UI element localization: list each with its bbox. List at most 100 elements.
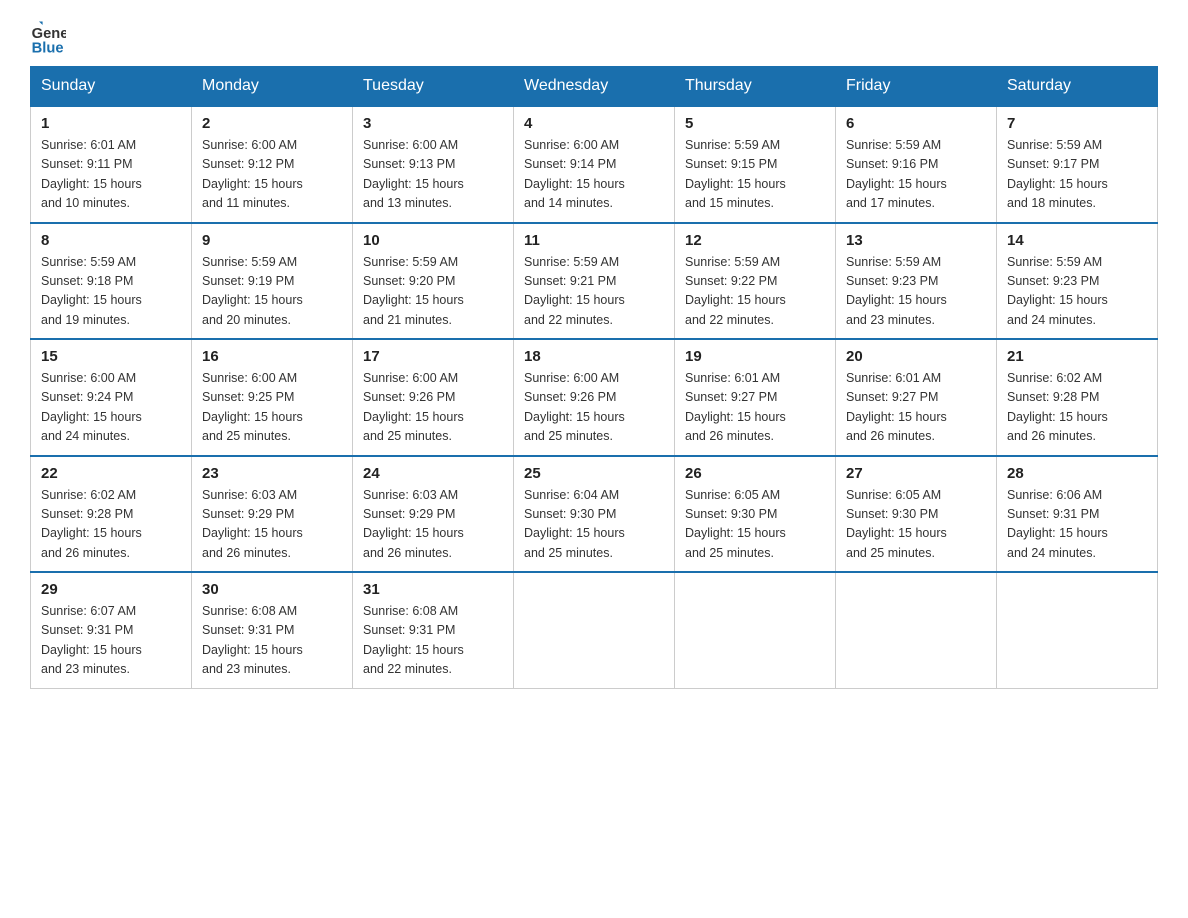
- calendar-cell: 7 Sunrise: 5:59 AM Sunset: 9:17 PM Dayli…: [997, 106, 1158, 223]
- calendar-cell: 21 Sunrise: 6:02 AM Sunset: 9:28 PM Dayl…: [997, 339, 1158, 456]
- calendar-cell: 31 Sunrise: 6:08 AM Sunset: 9:31 PM Dayl…: [353, 572, 514, 688]
- svg-text:Blue: Blue: [32, 41, 64, 56]
- calendar-header: SundayMondayTuesdayWednesdayThursdayFrid…: [31, 67, 1158, 107]
- day-number: 24: [363, 465, 503, 482]
- day-number: 14: [1007, 232, 1147, 249]
- day-info: Sunrise: 6:00 AM Sunset: 9:13 PM Dayligh…: [363, 136, 503, 214]
- day-info: Sunrise: 6:05 AM Sunset: 9:30 PM Dayligh…: [685, 486, 825, 564]
- day-number: 20: [846, 348, 986, 365]
- day-number: 2: [202, 115, 342, 132]
- day-number: 1: [41, 115, 181, 132]
- day-info: Sunrise: 6:00 AM Sunset: 9:12 PM Dayligh…: [202, 136, 342, 214]
- calendar-cell: 29 Sunrise: 6:07 AM Sunset: 9:31 PM Dayl…: [31, 572, 192, 688]
- calendar-cell: [514, 572, 675, 688]
- day-info: Sunrise: 6:00 AM Sunset: 9:14 PM Dayligh…: [524, 136, 664, 214]
- svg-text:General: General: [32, 26, 66, 42]
- week-row-2: 8 Sunrise: 5:59 AM Sunset: 9:18 PM Dayli…: [31, 223, 1158, 340]
- day-number: 13: [846, 232, 986, 249]
- day-number: 26: [685, 465, 825, 482]
- day-info: Sunrise: 6:00 AM Sunset: 9:26 PM Dayligh…: [524, 369, 664, 447]
- day-info: Sunrise: 5:59 AM Sunset: 9:18 PM Dayligh…: [41, 253, 181, 331]
- day-info: Sunrise: 5:59 AM Sunset: 9:16 PM Dayligh…: [846, 136, 986, 214]
- day-header-monday: Monday: [192, 67, 353, 107]
- day-number: 4: [524, 115, 664, 132]
- calendar-cell: 13 Sunrise: 5:59 AM Sunset: 9:23 PM Dayl…: [836, 223, 997, 340]
- day-info: Sunrise: 5:59 AM Sunset: 9:23 PM Dayligh…: [1007, 253, 1147, 331]
- calendar-cell: 24 Sunrise: 6:03 AM Sunset: 9:29 PM Dayl…: [353, 456, 514, 573]
- day-info: Sunrise: 6:00 AM Sunset: 9:25 PM Dayligh…: [202, 369, 342, 447]
- calendar-cell: [997, 572, 1158, 688]
- calendar-cell: 2 Sunrise: 6:00 AM Sunset: 9:12 PM Dayli…: [192, 106, 353, 223]
- calendar-cell: 30 Sunrise: 6:08 AM Sunset: 9:31 PM Dayl…: [192, 572, 353, 688]
- calendar-cell: 19 Sunrise: 6:01 AM Sunset: 9:27 PM Dayl…: [675, 339, 836, 456]
- calendar-cell: 27 Sunrise: 6:05 AM Sunset: 9:30 PM Dayl…: [836, 456, 997, 573]
- day-number: 18: [524, 348, 664, 365]
- day-header-tuesday: Tuesday: [353, 67, 514, 107]
- calendar-cell: [836, 572, 997, 688]
- day-info: Sunrise: 6:01 AM Sunset: 9:27 PM Dayligh…: [685, 369, 825, 447]
- week-row-3: 15 Sunrise: 6:00 AM Sunset: 9:24 PM Dayl…: [31, 339, 1158, 456]
- calendar-cell: 28 Sunrise: 6:06 AM Sunset: 9:31 PM Dayl…: [997, 456, 1158, 573]
- calendar-cell: 5 Sunrise: 5:59 AM Sunset: 9:15 PM Dayli…: [675, 106, 836, 223]
- calendar-cell: 9 Sunrise: 5:59 AM Sunset: 9:19 PM Dayli…: [192, 223, 353, 340]
- day-number: 16: [202, 348, 342, 365]
- day-header-sunday: Sunday: [31, 67, 192, 107]
- calendar-cell: 10 Sunrise: 5:59 AM Sunset: 9:20 PM Dayl…: [353, 223, 514, 340]
- day-info: Sunrise: 6:06 AM Sunset: 9:31 PM Dayligh…: [1007, 486, 1147, 564]
- day-header-saturday: Saturday: [997, 67, 1158, 107]
- calendar-cell: 12 Sunrise: 5:59 AM Sunset: 9:22 PM Dayl…: [675, 223, 836, 340]
- calendar-cell: 8 Sunrise: 5:59 AM Sunset: 9:18 PM Dayli…: [31, 223, 192, 340]
- day-info: Sunrise: 6:08 AM Sunset: 9:31 PM Dayligh…: [202, 602, 342, 680]
- day-number: 30: [202, 581, 342, 598]
- day-header-thursday: Thursday: [675, 67, 836, 107]
- day-number: 19: [685, 348, 825, 365]
- day-info: Sunrise: 6:00 AM Sunset: 9:24 PM Dayligh…: [41, 369, 181, 447]
- calendar-cell: 3 Sunrise: 6:00 AM Sunset: 9:13 PM Dayli…: [353, 106, 514, 223]
- day-number: 23: [202, 465, 342, 482]
- week-row-5: 29 Sunrise: 6:07 AM Sunset: 9:31 PM Dayl…: [31, 572, 1158, 688]
- day-info: Sunrise: 5:59 AM Sunset: 9:15 PM Dayligh…: [685, 136, 825, 214]
- day-info: Sunrise: 6:08 AM Sunset: 9:31 PM Dayligh…: [363, 602, 503, 680]
- day-number: 10: [363, 232, 503, 249]
- day-info: Sunrise: 6:00 AM Sunset: 9:26 PM Dayligh…: [363, 369, 503, 447]
- week-row-4: 22 Sunrise: 6:02 AM Sunset: 9:28 PM Dayl…: [31, 456, 1158, 573]
- day-info: Sunrise: 5:59 AM Sunset: 9:22 PM Dayligh…: [685, 253, 825, 331]
- day-number: 15: [41, 348, 181, 365]
- day-info: Sunrise: 6:03 AM Sunset: 9:29 PM Dayligh…: [363, 486, 503, 564]
- day-number: 21: [1007, 348, 1147, 365]
- day-info: Sunrise: 6:02 AM Sunset: 9:28 PM Dayligh…: [41, 486, 181, 564]
- day-number: 3: [363, 115, 503, 132]
- day-info: Sunrise: 5:59 AM Sunset: 9:23 PM Dayligh…: [846, 253, 986, 331]
- calendar-body: 1 Sunrise: 6:01 AM Sunset: 9:11 PM Dayli…: [31, 106, 1158, 688]
- logo: General Blue: [30, 20, 72, 56]
- day-number: 22: [41, 465, 181, 482]
- day-number: 7: [1007, 115, 1147, 132]
- calendar-cell: 18 Sunrise: 6:00 AM Sunset: 9:26 PM Dayl…: [514, 339, 675, 456]
- day-info: Sunrise: 6:02 AM Sunset: 9:28 PM Dayligh…: [1007, 369, 1147, 447]
- calendar-cell: 23 Sunrise: 6:03 AM Sunset: 9:29 PM Dayl…: [192, 456, 353, 573]
- calendar-cell: [675, 572, 836, 688]
- calendar-cell: 6 Sunrise: 5:59 AM Sunset: 9:16 PM Dayli…: [836, 106, 997, 223]
- day-number: 17: [363, 348, 503, 365]
- week-row-1: 1 Sunrise: 6:01 AM Sunset: 9:11 PM Dayli…: [31, 106, 1158, 223]
- calendar-cell: 1 Sunrise: 6:01 AM Sunset: 9:11 PM Dayli…: [31, 106, 192, 223]
- day-number: 28: [1007, 465, 1147, 482]
- calendar-cell: 17 Sunrise: 6:00 AM Sunset: 9:26 PM Dayl…: [353, 339, 514, 456]
- day-number: 11: [524, 232, 664, 249]
- page-header: General Blue: [30, 20, 1158, 56]
- day-info: Sunrise: 6:01 AM Sunset: 9:11 PM Dayligh…: [41, 136, 181, 214]
- calendar-cell: 11 Sunrise: 5:59 AM Sunset: 9:21 PM Dayl…: [514, 223, 675, 340]
- day-info: Sunrise: 5:59 AM Sunset: 9:20 PM Dayligh…: [363, 253, 503, 331]
- calendar-cell: 14 Sunrise: 5:59 AM Sunset: 9:23 PM Dayl…: [997, 223, 1158, 340]
- day-info: Sunrise: 6:03 AM Sunset: 9:29 PM Dayligh…: [202, 486, 342, 564]
- day-number: 12: [685, 232, 825, 249]
- day-number: 8: [41, 232, 181, 249]
- day-info: Sunrise: 5:59 AM Sunset: 9:19 PM Dayligh…: [202, 253, 342, 331]
- day-info: Sunrise: 6:04 AM Sunset: 9:30 PM Dayligh…: [524, 486, 664, 564]
- calendar-cell: 15 Sunrise: 6:00 AM Sunset: 9:24 PM Dayl…: [31, 339, 192, 456]
- day-info: Sunrise: 6:01 AM Sunset: 9:27 PM Dayligh…: [846, 369, 986, 447]
- day-info: Sunrise: 6:05 AM Sunset: 9:30 PM Dayligh…: [846, 486, 986, 564]
- header-row: SundayMondayTuesdayWednesdayThursdayFrid…: [31, 67, 1158, 107]
- logo-icon: General Blue: [30, 20, 66, 56]
- calendar-cell: 22 Sunrise: 6:02 AM Sunset: 9:28 PM Dayl…: [31, 456, 192, 573]
